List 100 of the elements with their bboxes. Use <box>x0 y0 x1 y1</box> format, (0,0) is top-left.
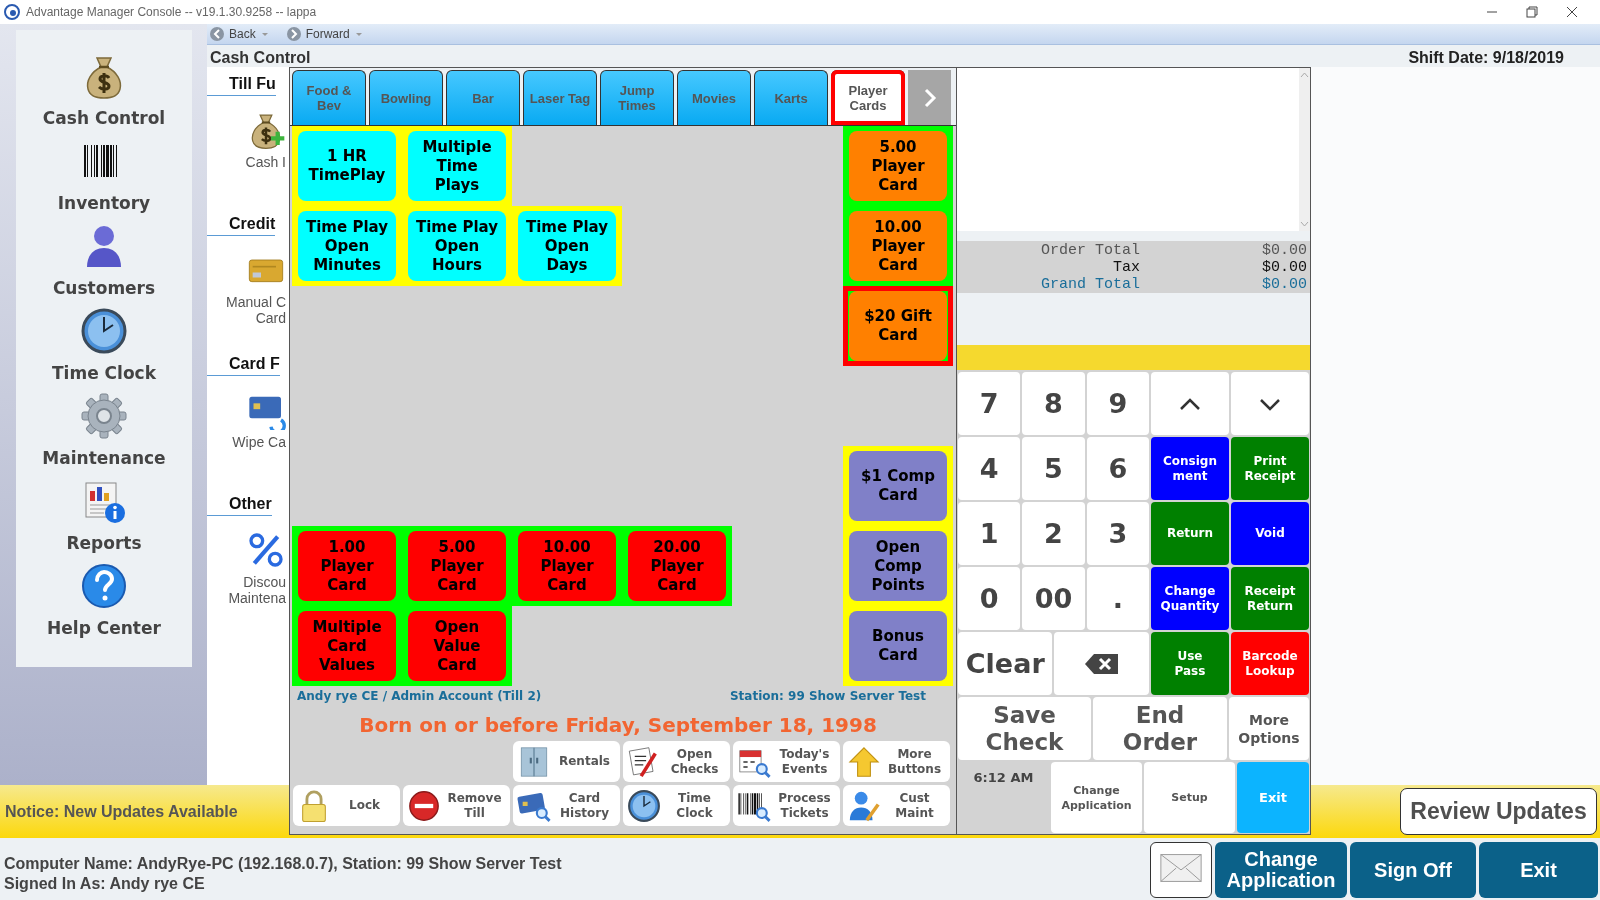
clock-time: 6:12 AM <box>973 769 1034 785</box>
category-tab[interactable]: Player Cards <box>831 70 905 125</box>
number-key[interactable]: 00 <box>1022 567 1085 630</box>
number-key[interactable]: 3 <box>1086 502 1149 565</box>
toolbar-button[interactable]: Lock <box>293 785 400 826</box>
function-key[interactable]: Print Receipt <box>1231 437 1309 500</box>
item-button[interactable]: Time Play Open Minutes <box>298 211 396 281</box>
sidebar-item[interactable]: Reports <box>66 477 142 562</box>
item-button[interactable]: 5.00 Player Card <box>408 531 506 601</box>
review-updates-button[interactable]: Review Updates <box>1400 788 1597 835</box>
number-key[interactable]: 4 <box>958 437 1021 500</box>
backspace-icon <box>1083 651 1120 676</box>
number-key[interactable]: 8 <box>1022 372 1085 435</box>
chevron-up-icon <box>1300 72 1309 78</box>
sidebar-item[interactable]: Customers <box>52 222 156 307</box>
item-button[interactable]: $1 Comp Card <box>849 451 947 521</box>
item-button[interactable]: Bonus Card <box>849 611 947 681</box>
order-button[interactable]: More Options <box>1229 697 1309 760</box>
footer-button[interactable]: Sign Off <box>1350 842 1476 898</box>
toolbar-button[interactable]: Time Clock <box>623 785 730 826</box>
toolbar-button[interactable]: Today's Events <box>733 741 840 782</box>
function-item[interactable]: Cash I <box>245 96 289 170</box>
number-key[interactable]: 7 <box>958 372 1021 435</box>
total-label: Grand Total <box>1040 276 1140 293</box>
notice-text: Notice: New Updates Available <box>5 802 238 821</box>
item-button[interactable]: Time Play Open Days <box>518 211 616 281</box>
section-heading: Till Fu <box>207 67 276 96</box>
forward-link[interactable]: Forward <box>305 27 350 41</box>
item-button[interactable]: Open Value Card <box>408 611 506 681</box>
function-key[interactable]: Void <box>1231 502 1309 565</box>
item-button[interactable]: 10.00 Player Card <box>518 531 616 601</box>
toolbar-button[interactable]: Rentals <box>513 741 620 782</box>
total-value: $0.00 <box>1262 276 1308 293</box>
item-button[interactable]: 1 HR TimePlay <box>298 131 396 201</box>
function-item[interactable]: Wipe Ca <box>232 376 289 450</box>
number-key[interactable]: 6 <box>1086 437 1149 500</box>
toolbar-button[interactable]: Open Checks <box>623 741 730 782</box>
clock-icon <box>80 307 128 355</box>
function-key[interactable]: Receipt Return <box>1231 567 1309 630</box>
item-button[interactable]: Multiple Time Plays <box>408 131 506 201</box>
item-button[interactable]: Open Comp Points <box>849 531 947 601</box>
chevron-down-icon <box>1300 221 1309 227</box>
caret-icon <box>261 32 268 36</box>
item-button[interactable]: $20 Gift Card <box>849 291 947 361</box>
clear-key[interactable]: Clear <box>958 632 1053 695</box>
number-key[interactable]: 5 <box>1022 437 1085 500</box>
close-icon[interactable] <box>1566 6 1578 18</box>
item-button[interactable]: 10.00 Player Card <box>849 211 947 281</box>
operator-text: Andy rye CE / Admin Account (Till 2) <box>297 689 542 703</box>
restore-icon[interactable] <box>1526 6 1538 18</box>
help-icon <box>80 562 128 610</box>
status-text: Signed In As: Andy rye CE <box>4 874 206 894</box>
sidebar-item[interactable]: Maintenance <box>42 392 166 477</box>
order-button[interactable]: End Order <box>1093 697 1227 760</box>
total-label: Tax <box>1113 259 1140 276</box>
item-button[interactable]: Multiple Card Values <box>298 611 396 681</box>
category-tab[interactable]: Food & Bev <box>292 70 366 125</box>
function-key[interactable]: Consign ment <box>1151 437 1229 500</box>
function-key[interactable]: Return <box>1151 502 1229 565</box>
percent-icon <box>246 530 286 570</box>
toolbar-button[interactable]: Process Tickets <box>733 785 840 826</box>
number-key[interactable]: 9 <box>1086 372 1149 435</box>
next-tabs-button[interactable] <box>908 70 951 125</box>
footer-button[interactable]: Setup <box>1144 762 1235 833</box>
app-logo-icon <box>4 4 20 20</box>
function-key[interactable]: Barcode Lookup <box>1231 632 1309 695</box>
footer-button[interactable]: Exit <box>1479 842 1598 898</box>
item-button[interactable]: 5.00 Player Card <box>849 131 947 201</box>
station-text: Station: 99 Show Server Test <box>729 689 926 703</box>
sidebar-item[interactable]: Cash Control <box>42 52 166 137</box>
caret-icon <box>355 32 362 36</box>
number-key[interactable]: 1 <box>958 502 1021 565</box>
total-label: Order Total <box>1040 242 1140 259</box>
function-key[interactable]: Use Pass <box>1151 632 1229 695</box>
backspace-key[interactable] <box>1054 632 1149 695</box>
item-button[interactable]: 1.00 Player Card <box>298 531 396 601</box>
clock-icon <box>627 788 661 823</box>
sidebar-item[interactable]: Time Clock <box>52 307 156 392</box>
sidebar-item[interactable]: Inventory <box>57 137 151 222</box>
sidebar-item[interactable]: Help Center <box>47 562 161 647</box>
toolbar-button[interactable]: Cust Maint <box>843 785 950 826</box>
item-button[interactable]: Time Play Open Hours <box>408 211 506 281</box>
toolbar-button[interactable]: Card History <box>513 785 620 826</box>
mail-button[interactable] <box>1150 842 1212 898</box>
number-key[interactable]: . <box>1086 567 1149 630</box>
toolbar-button[interactable]: Remove Till <box>403 785 510 826</box>
footer-button[interactable]: Change Application <box>1215 842 1347 898</box>
item-button[interactable]: 20.00 Player Card <box>628 531 726 601</box>
shift-date: Shift Date: 9/18/2019 <box>1408 49 1564 67</box>
order-button[interactable]: Save Check <box>958 697 1091 760</box>
function-item[interactable]: Discou Maintena <box>228 516 289 606</box>
up-arrow-icon <box>847 744 881 779</box>
footer-button[interactable]: Change Application <box>1051 762 1142 833</box>
function-item[interactable]: Manual C Card <box>226 236 289 326</box>
number-key[interactable]: 2 <box>1022 502 1085 565</box>
window-title: Advantage Manager Console -- v19.1.30.9258 -- lappa <box>26 5 318 19</box>
number-key[interactable]: 0 <box>958 567 1021 630</box>
function-key[interactable]: Change Quantity <box>1151 567 1229 630</box>
toolbar-button[interactable]: More Buttons <box>843 741 950 782</box>
back-link[interactable]: Back <box>229 27 256 41</box>
